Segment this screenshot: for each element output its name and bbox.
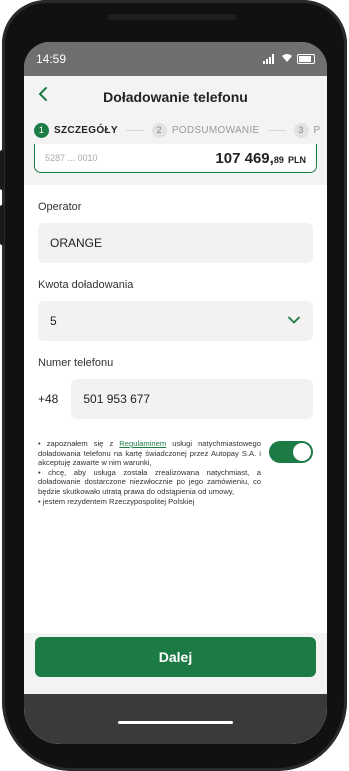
page-title: Doładowanie telefonu	[103, 89, 248, 105]
consent-line2: • chcę, aby usługa została zrealizowana …	[38, 467, 261, 496]
battery-icon	[297, 54, 315, 64]
account-number: 5287 ... 0010	[45, 153, 98, 163]
phone-prefix: +48	[38, 392, 59, 406]
wifi-icon	[281, 53, 293, 66]
phone-value: 501 953 677	[83, 392, 151, 406]
amount-select[interactable]: 5	[38, 301, 313, 341]
consent-line3: • jestem rezydentem Rzeczypospolitej Pol…	[38, 496, 195, 506]
step-3: 3 P	[293, 122, 321, 138]
speaker-slot	[107, 14, 237, 20]
system-nav-bar	[24, 694, 327, 744]
step-label: SZCZEGÓŁY	[54, 124, 118, 136]
consent-toggle[interactable]	[269, 441, 313, 463]
consent-section: • zapoznałem się z Regulaminem usługi na…	[38, 439, 313, 506]
volume-up-button	[0, 150, 4, 190]
stepper: 1 SZCZEGÓŁY 2 PODSUMOWANIE 3 P	[24, 116, 327, 144]
account-card[interactable]: 5287 ... 0010 107 469,89 PLN	[34, 144, 317, 173]
status-icons	[263, 53, 315, 66]
status-bar: 14:59	[24, 42, 327, 76]
consent-text: • zapoznałem się z Regulaminem usługi na…	[38, 439, 261, 506]
step-number: 3	[293, 122, 309, 138]
signal-icon	[263, 54, 277, 64]
header: Doładowanie telefonu	[24, 76, 327, 116]
step-2: 2 PODSUMOWANIE	[151, 122, 260, 138]
chevron-down-icon	[288, 316, 300, 324]
home-indicator[interactable]	[118, 721, 233, 724]
operator-value: ORANGE	[50, 236, 103, 250]
amount-value: 5	[50, 314, 57, 328]
step-connector	[267, 129, 286, 131]
screen: 14:59 Doładowanie telefonu 1 SZCZEGÓŁY 2…	[24, 42, 327, 744]
step-1: 1 SZCZEGÓŁY	[34, 122, 118, 138]
regulations-link[interactable]: Regulaminem	[119, 439, 166, 448]
phone-frame: 14:59 Doładowanie telefonu 1 SZCZEGÓŁY 2…	[2, 0, 347, 771]
bottom-area: Dalej	[24, 633, 327, 744]
step-label: PODSUMOWANIE	[171, 124, 260, 136]
operator-label: Operator	[38, 201, 82, 213]
step-number: 2	[151, 122, 167, 138]
account-section: 5287 ... 0010 107 469,89 PLN	[24, 144, 327, 185]
step-label: P	[313, 124, 321, 136]
balance-main: 107 469,	[215, 149, 274, 167]
volume-down-button	[0, 205, 4, 245]
step-number: 1	[34, 122, 49, 138]
consent-intro: • zapoznałem się z	[38, 439, 120, 448]
next-button[interactable]: Dalej	[35, 637, 316, 677]
balance-currency: PLN	[288, 154, 306, 165]
account-balance: 107 469,89 PLN	[215, 150, 306, 167]
step-connector	[125, 129, 144, 131]
amount-label: Kwota doładowania	[38, 279, 134, 291]
phone-label: Numer telefonu	[38, 357, 114, 369]
phone-row: +48 501 953 677	[38, 379, 313, 419]
topup-form: Operator ORANGE Kwota doładowania 5 Nume…	[24, 201, 327, 506]
balance-decimal: 89	[273, 154, 284, 165]
status-time: 14:59	[36, 52, 67, 66]
operator-field[interactable]: ORANGE	[38, 223, 313, 263]
phone-input[interactable]: 501 953 677	[71, 379, 313, 419]
toggle-knob	[293, 443, 311, 461]
